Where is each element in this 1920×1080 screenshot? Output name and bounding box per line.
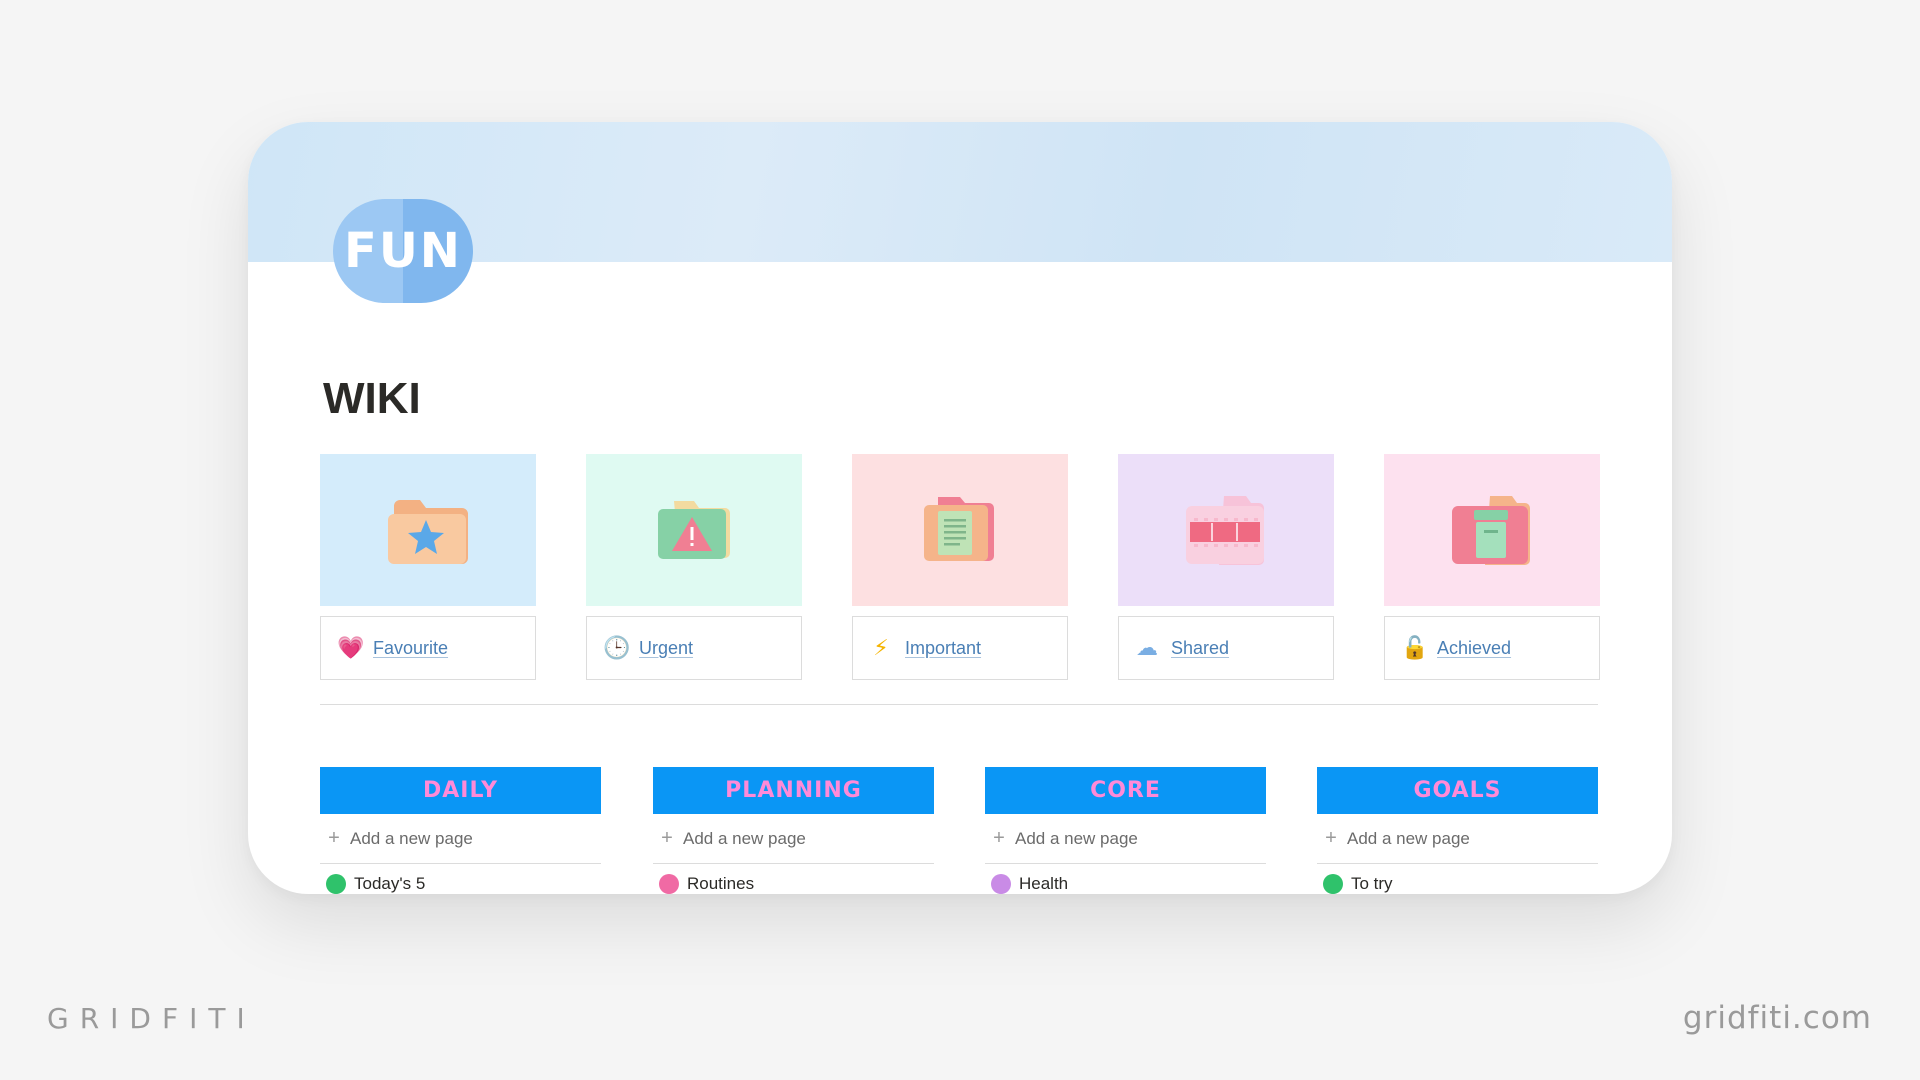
- add-page-button[interactable]: + Add a new page: [653, 814, 934, 864]
- plus-icon: +: [1325, 827, 1337, 849]
- list-item-label: Health: [1019, 874, 1069, 893]
- page-emoji-icon: [659, 874, 679, 894]
- gallery-card-shared[interactable]: ☁ Shared: [1118, 454, 1334, 680]
- add-page-label: Add a new page: [1347, 828, 1470, 848]
- gallery-card-urgent[interactable]: 🕒 Urgent: [586, 454, 802, 680]
- wiki-page-card: FUN WIKI 💗 Favourite 🕒 Urgent ⚡ Importan…: [248, 122, 1672, 894]
- add-page-button[interactable]: + Add a new page: [1317, 814, 1598, 864]
- heart-icon: 💗: [337, 635, 365, 661]
- star-folder-icon: [388, 500, 468, 564]
- page-icon-badge[interactable]: FUN: [333, 199, 473, 303]
- board-column-daily: DAILY + Add a new page Today's 5: [320, 767, 601, 894]
- unlock-icon: 🔓: [1401, 635, 1429, 661]
- gallery-card-achieved[interactable]: 🔓 Achieved: [1384, 454, 1600, 680]
- plus-icon: +: [328, 827, 340, 849]
- add-page-label: Add a new page: [350, 828, 473, 848]
- gallery-thumb: [586, 454, 802, 606]
- page-emoji-icon: [326, 874, 346, 894]
- plus-icon: +: [661, 827, 673, 849]
- gallery-card-favourite[interactable]: 💗 Favourite: [320, 454, 536, 680]
- cloud-icon: ☁: [1136, 635, 1158, 661]
- plus-icon: +: [993, 827, 1005, 849]
- film-folder-icon: [1186, 496, 1264, 565]
- page-emoji-icon: [991, 874, 1011, 894]
- gallery-thumb: [320, 454, 536, 606]
- gallery-card-link[interactable]: Favourite: [373, 638, 448, 659]
- list-item[interactable]: To try: [1317, 864, 1598, 894]
- list-item[interactable]: Health: [985, 864, 1266, 894]
- gallery-card-title[interactable]: 🕒 Urgent: [586, 616, 802, 680]
- brand-logo-text: GRIDFITI: [47, 1002, 256, 1035]
- clock-icon: 🕒: [603, 635, 631, 661]
- gallery-card-link[interactable]: Urgent: [639, 638, 693, 659]
- add-page-label: Add a new page: [1015, 828, 1138, 848]
- warning-folder-icon: [658, 501, 730, 559]
- list-item[interactable]: Routines: [653, 864, 934, 894]
- list-item-label: To try: [1351, 874, 1393, 893]
- gallery-card-title[interactable]: ⚡ Important: [852, 616, 1068, 680]
- gallery-view: 💗 Favourite 🕒 Urgent ⚡ Important ☁ Share…: [320, 454, 1600, 680]
- divider: [320, 704, 1598, 705]
- board-header[interactable]: GOALS: [1317, 767, 1598, 814]
- page-title: WIKI: [323, 374, 421, 423]
- list-item-label: Today's 5: [354, 874, 426, 893]
- gallery-thumb: [1384, 454, 1600, 606]
- gallery-card-link[interactable]: Shared: [1171, 638, 1229, 659]
- board-columns: DAILY + Add a new page Today's 5 PLANNIN…: [320, 767, 1598, 894]
- add-page-label: Add a new page: [683, 828, 806, 848]
- gallery-card-title[interactable]: 💗 Favourite: [320, 616, 536, 680]
- lightning-icon: ⚡: [873, 635, 889, 661]
- archive-folder-icon: [1452, 496, 1530, 565]
- brand-url: gridfiti.com: [1682, 1000, 1872, 1036]
- document-folder-icon: [924, 497, 994, 561]
- gallery-card-link[interactable]: Important: [905, 638, 981, 659]
- board-header[interactable]: DAILY: [320, 767, 601, 814]
- gallery-card-title[interactable]: ☁ Shared: [1118, 616, 1334, 680]
- gallery-thumb: [852, 454, 1068, 606]
- page-emoji-icon: [1323, 874, 1343, 894]
- gallery-thumb: [1118, 454, 1334, 606]
- add-page-button[interactable]: + Add a new page: [985, 814, 1266, 864]
- board-column-planning: PLANNING + Add a new page Routines: [653, 767, 934, 894]
- board-column-core: CORE + Add a new page Health: [985, 767, 1266, 894]
- list-item-label: Routines: [687, 874, 755, 893]
- board-header[interactable]: PLANNING: [653, 767, 934, 814]
- list-item[interactable]: Today's 5: [320, 864, 601, 894]
- add-page-button[interactable]: + Add a new page: [320, 814, 601, 864]
- gallery-card-link[interactable]: Achieved: [1437, 638, 1511, 659]
- board-column-goals: GOALS + Add a new page To try: [1317, 767, 1598, 894]
- gallery-card-important[interactable]: ⚡ Important: [852, 454, 1068, 680]
- board-header[interactable]: CORE: [985, 767, 1266, 814]
- gallery-card-title[interactable]: 🔓 Achieved: [1384, 616, 1600, 680]
